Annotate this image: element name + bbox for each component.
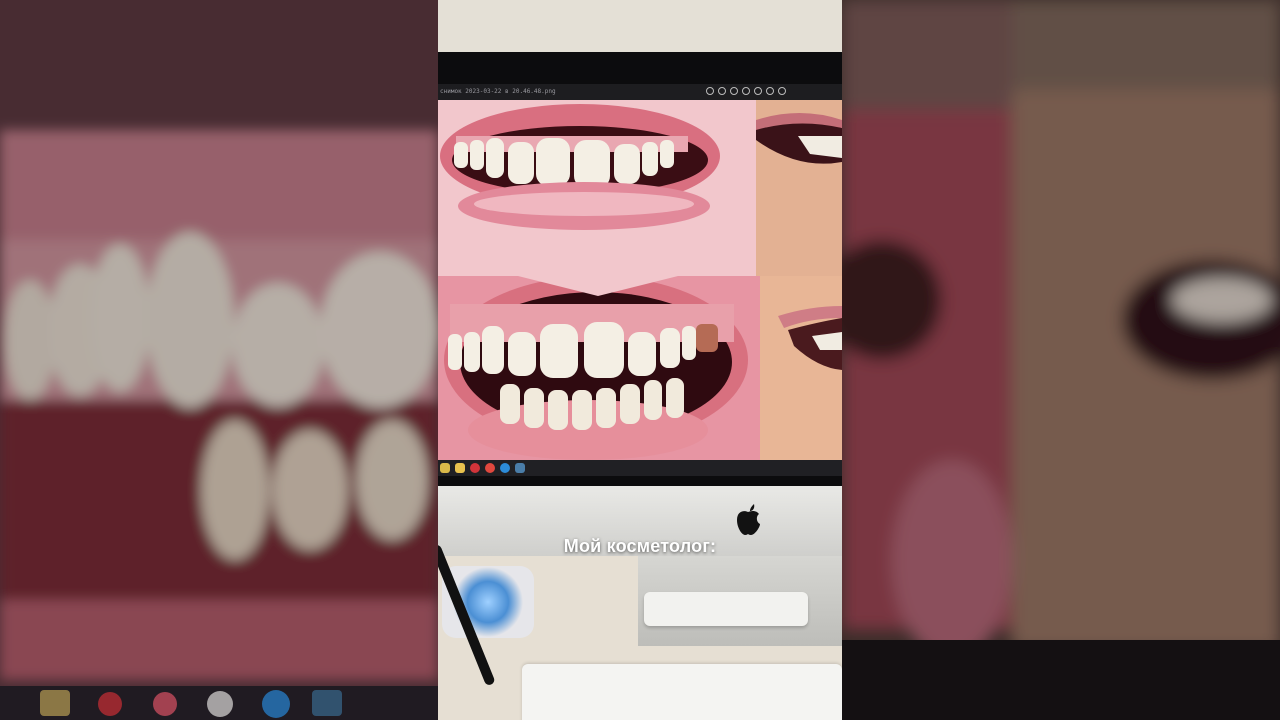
chrome-icon[interactable] (485, 463, 495, 473)
video-caption: Мой косметолог: (563, 536, 717, 556)
folder-icon[interactable] (455, 463, 465, 473)
link-icon[interactable] (718, 87, 726, 95)
keyboard (522, 664, 842, 720)
face-photo-bottom (760, 276, 842, 460)
app-icon-blue[interactable] (515, 463, 525, 473)
wall (438, 0, 842, 56)
delete-icon[interactable] (730, 87, 738, 95)
taskbar (438, 460, 842, 476)
smile-photo-top (438, 100, 756, 276)
background-blur-right (842, 0, 1280, 720)
photo-collage (438, 100, 842, 460)
app-icon-yellow[interactable] (440, 463, 450, 473)
external-drive (644, 592, 808, 626)
file-name: снимок 2023-03-22 в 20.46.48.png (440, 88, 556, 95)
apple-logo-icon (734, 502, 762, 536)
opera-icon[interactable] (470, 463, 480, 473)
info-icon[interactable] (754, 87, 762, 95)
heart-icon[interactable] (742, 87, 750, 95)
background-blur-left (0, 0, 438, 720)
photo-viewer-titlebar: снимок 2023-03-22 в 20.46.48.png (438, 84, 842, 100)
more-icon[interactable] (778, 87, 786, 95)
video-frame: снимок 2023-03-22 в 20.46.48.png Мой кос… (438, 0, 842, 720)
crop-icon[interactable] (766, 87, 774, 95)
edge-icon[interactable] (500, 463, 510, 473)
teeth-photo-bottom (438, 276, 760, 460)
viewer-toolbar (706, 87, 786, 95)
rotate-icon[interactable] (706, 87, 714, 95)
face-photo-top (756, 100, 842, 276)
